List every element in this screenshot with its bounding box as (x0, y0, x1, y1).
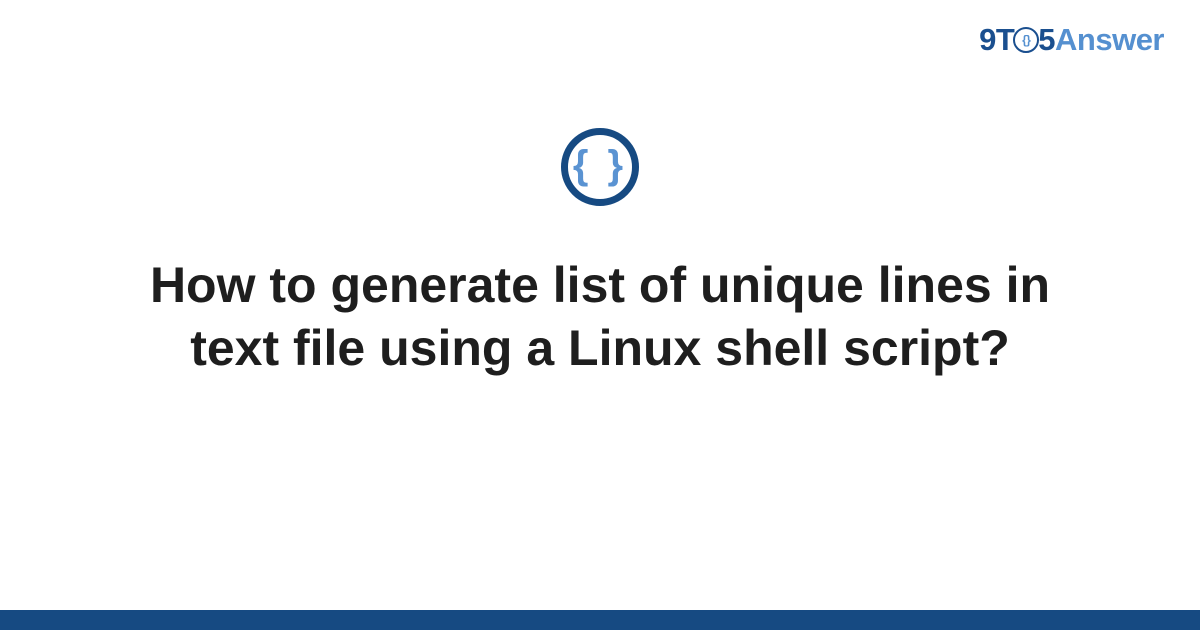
braces-icon: { } (573, 145, 627, 185)
category-badge: { } (561, 128, 639, 206)
site-logo: 9T {} 5Answer (979, 22, 1164, 58)
logo-o-circle: {} (1013, 27, 1039, 53)
question-title: How to generate list of unique lines in … (100, 254, 1100, 379)
logo-text-answer: Answer (1055, 22, 1164, 57)
footer-bar (0, 610, 1200, 630)
logo-text-9t: 9T (979, 22, 1014, 57)
content-area: { } How to generate list of unique lines… (0, 128, 1200, 379)
logo-text-5: 5 (1038, 22, 1055, 57)
logo-o-inner-braces: {} (1022, 34, 1030, 46)
